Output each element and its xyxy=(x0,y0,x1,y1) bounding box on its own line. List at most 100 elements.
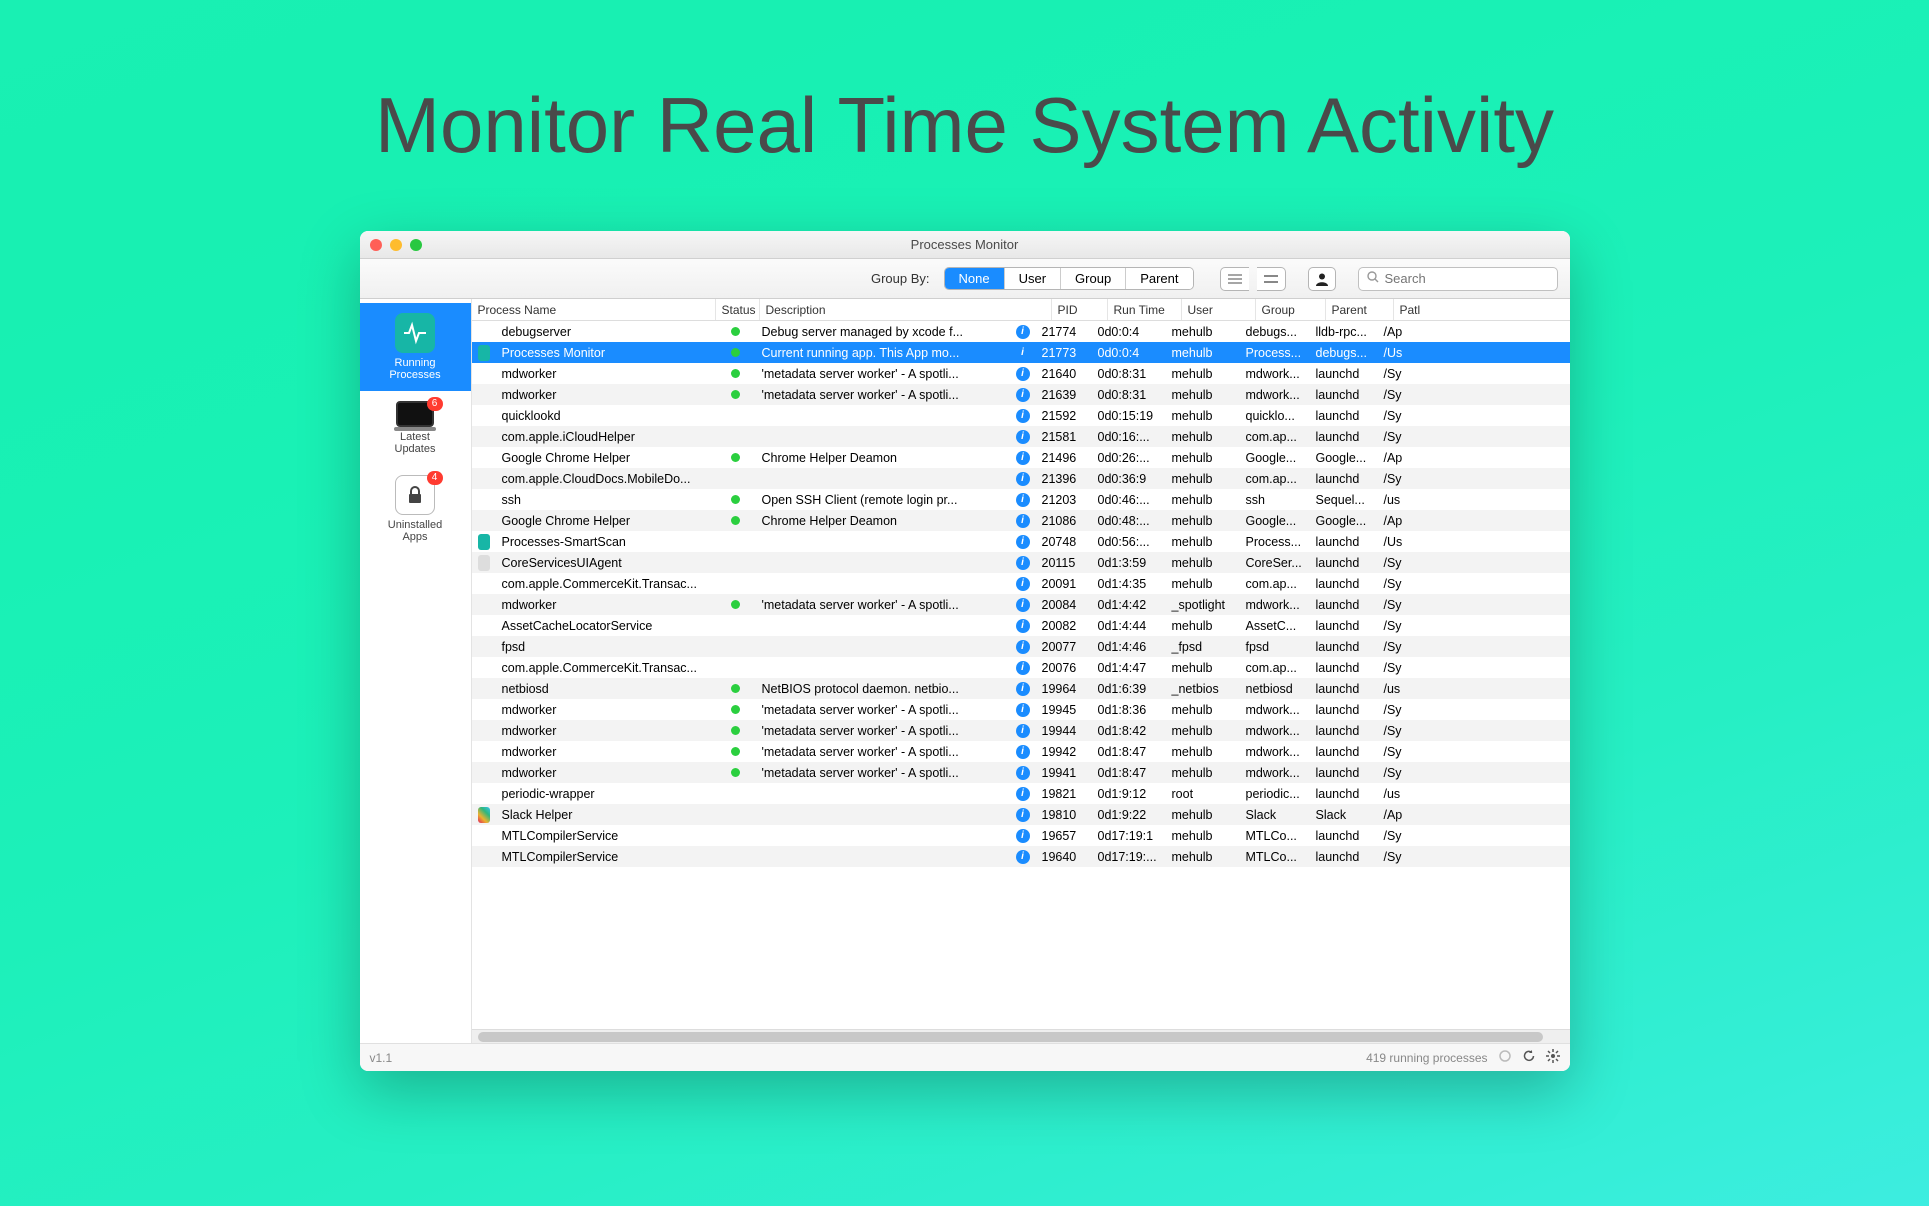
table-row[interactable]: mdworker'metadata server worker' - A spo… xyxy=(472,741,1570,762)
col-description[interactable]: Description xyxy=(760,299,1052,320)
table-row[interactable]: Slack Helperi198100d1:9:22mehulbSlackSla… xyxy=(472,804,1570,825)
col-pid[interactable]: PID xyxy=(1052,299,1108,320)
col-status[interactable]: Status xyxy=(716,299,760,320)
info-icon[interactable]: i xyxy=(1016,493,1030,507)
group-by-group[interactable]: Group xyxy=(1061,268,1126,289)
info-icon[interactable]: i xyxy=(1016,619,1030,633)
list-view-compact-button[interactable] xyxy=(1220,267,1249,291)
table-row[interactable]: com.apple.CommerceKit.Transac...i200760d… xyxy=(472,657,1570,678)
cell-pid: 21581 xyxy=(1036,430,1092,444)
info-icon[interactable]: i xyxy=(1016,640,1030,654)
cell-user: mehulb xyxy=(1166,514,1240,528)
info-icon[interactable]: i xyxy=(1016,745,1030,759)
info-icon[interactable]: i xyxy=(1016,367,1030,381)
group-by-none[interactable]: None xyxy=(945,268,1005,289)
info-icon[interactable]: i xyxy=(1016,556,1030,570)
table-row[interactable]: fpsdi200770d1:4:46_fpsdfpsdlaunchd/Sy xyxy=(472,636,1570,657)
cell-group: mdwork... xyxy=(1240,367,1310,381)
cell-parent: Slack xyxy=(1310,808,1378,822)
cell-description: i xyxy=(756,577,1036,591)
activity-indicator-icon xyxy=(1498,1049,1512,1066)
group-by-user[interactable]: User xyxy=(1005,268,1061,289)
headline: Monitor Real Time System Activity xyxy=(375,80,1554,171)
cell-name: com.apple.iCloudHelper xyxy=(496,430,716,444)
info-icon[interactable]: i xyxy=(1016,598,1030,612)
cell-pid: 20748 xyxy=(1036,535,1092,549)
table-row[interactable]: Google Chrome HelperChrome Helper Deamon… xyxy=(472,447,1570,468)
table-row[interactable]: com.apple.iCloudHelperi215810d0:16:...me… xyxy=(472,426,1570,447)
search-field[interactable] xyxy=(1358,267,1558,291)
cell-runtime: 0d0:0:4 xyxy=(1092,325,1166,339)
table-header: Process Name Status Description PID Run … xyxy=(472,299,1570,321)
horizontal-scrollbar[interactable] xyxy=(472,1029,1570,1043)
table-row[interactable]: sshOpen SSH Client (remote login pr...i2… xyxy=(472,489,1570,510)
info-icon[interactable]: i xyxy=(1016,346,1030,360)
info-icon[interactable]: i xyxy=(1016,829,1030,843)
info-icon[interactable]: i xyxy=(1016,724,1030,738)
info-icon[interactable]: i xyxy=(1016,703,1030,717)
info-icon[interactable]: i xyxy=(1016,430,1030,444)
sidebar-item-uninstalled-apps[interactable]: UninstalledApps4 xyxy=(360,465,471,553)
col-run-time[interactable]: Run Time xyxy=(1108,299,1182,320)
table-row[interactable]: mdworker'metadata server worker' - A spo… xyxy=(472,762,1570,783)
user-filter-button[interactable] xyxy=(1308,267,1336,291)
table-row[interactable]: MTLCompilerServicei196400d17:19:...mehul… xyxy=(472,846,1570,867)
cell-runtime: 0d0:56:... xyxy=(1092,535,1166,549)
info-icon[interactable]: i xyxy=(1016,472,1030,486)
table-row[interactable]: netbiosdNetBIOS protocol daemon. netbio.… xyxy=(472,678,1570,699)
info-icon[interactable]: i xyxy=(1016,661,1030,675)
search-input[interactable] xyxy=(1385,271,1561,286)
table-row[interactable]: periodic-wrapperi198210d1:9:12rootperiod… xyxy=(472,783,1570,804)
table-row[interactable]: AssetCacheLocatorServicei200820d1:4:44me… xyxy=(472,615,1570,636)
table-row[interactable]: quicklookdi215920d0:15:19mehulbquicklo..… xyxy=(472,405,1570,426)
col-process-name[interactable]: Process Name xyxy=(472,299,716,320)
table-row[interactable]: mdworker'metadata server worker' - A spo… xyxy=(472,720,1570,741)
col-parent[interactable]: Parent xyxy=(1326,299,1394,320)
col-user[interactable]: User xyxy=(1182,299,1256,320)
info-icon[interactable]: i xyxy=(1016,577,1030,591)
info-icon[interactable]: i xyxy=(1016,535,1030,549)
info-icon[interactable]: i xyxy=(1016,325,1030,339)
table-row[interactable]: Processes MonitorCurrent running app. Th… xyxy=(472,342,1570,363)
list-view-expanded-button[interactable] xyxy=(1257,267,1286,291)
info-icon[interactable]: i xyxy=(1016,514,1030,528)
info-icon[interactable]: i xyxy=(1016,388,1030,402)
cell-runtime: 0d1:9:12 xyxy=(1092,787,1166,801)
cell-pid: 20115 xyxy=(1036,556,1092,570)
cell-description: i xyxy=(756,430,1036,444)
table-row[interactable]: mdworker'metadata server worker' - A spo… xyxy=(472,594,1570,615)
table-row[interactable]: com.apple.CommerceKit.Transac...i200910d… xyxy=(472,573,1570,594)
table-row[interactable]: Google Chrome HelperChrome Helper Deamon… xyxy=(472,510,1570,531)
sidebar-item-running-processes[interactable]: RunningProcesses xyxy=(360,303,471,391)
info-icon[interactable]: i xyxy=(1016,808,1030,822)
app-icon xyxy=(478,807,490,823)
table-row[interactable]: CoreServicesUIAgenti201150d1:3:59mehulbC… xyxy=(472,552,1570,573)
table-row[interactable]: debugserverDebug server managed by xcode… xyxy=(472,321,1570,342)
sidebar-item-latest-updates[interactable]: LatestUpdates6 xyxy=(360,391,471,465)
info-icon[interactable]: i xyxy=(1016,409,1030,423)
info-icon[interactable]: i xyxy=(1016,787,1030,801)
cell-pid: 21773 xyxy=(1036,346,1092,360)
settings-button[interactable] xyxy=(1546,1049,1560,1066)
cell-name: mdworker xyxy=(496,724,716,738)
group-by-parent[interactable]: Parent xyxy=(1126,268,1192,289)
refresh-button[interactable] xyxy=(1522,1049,1536,1066)
table-row[interactable]: Processes-SmartScani207480d0:56:...mehul… xyxy=(472,531,1570,552)
info-icon[interactable]: i xyxy=(1016,850,1030,864)
col-path[interactable]: Patl xyxy=(1394,299,1430,320)
cell-name: debugserver xyxy=(496,325,716,339)
cell-user: mehulb xyxy=(1166,619,1240,633)
col-group[interactable]: Group xyxy=(1256,299,1326,320)
cell-description: 'metadata server worker' - A spotli...i xyxy=(756,598,1036,612)
table-row[interactable]: mdworker'metadata server worker' - A spo… xyxy=(472,384,1570,405)
table-row[interactable]: mdworker'metadata server worker' - A spo… xyxy=(472,699,1570,720)
info-icon[interactable]: i xyxy=(1016,682,1030,696)
cell-parent: launchd xyxy=(1310,535,1378,549)
table-row[interactable]: mdworker'metadata server worker' - A spo… xyxy=(472,363,1570,384)
table-row[interactable]: MTLCompilerServicei196570d17:19:1mehulbM… xyxy=(472,825,1570,846)
table-row[interactable]: com.apple.CloudDocs.MobileDo...i213960d0… xyxy=(472,468,1570,489)
cell-status xyxy=(716,346,756,360)
info-icon[interactable]: i xyxy=(1016,451,1030,465)
info-icon[interactable]: i xyxy=(1016,766,1030,780)
table-body[interactable]: debugserverDebug server managed by xcode… xyxy=(472,321,1570,1029)
